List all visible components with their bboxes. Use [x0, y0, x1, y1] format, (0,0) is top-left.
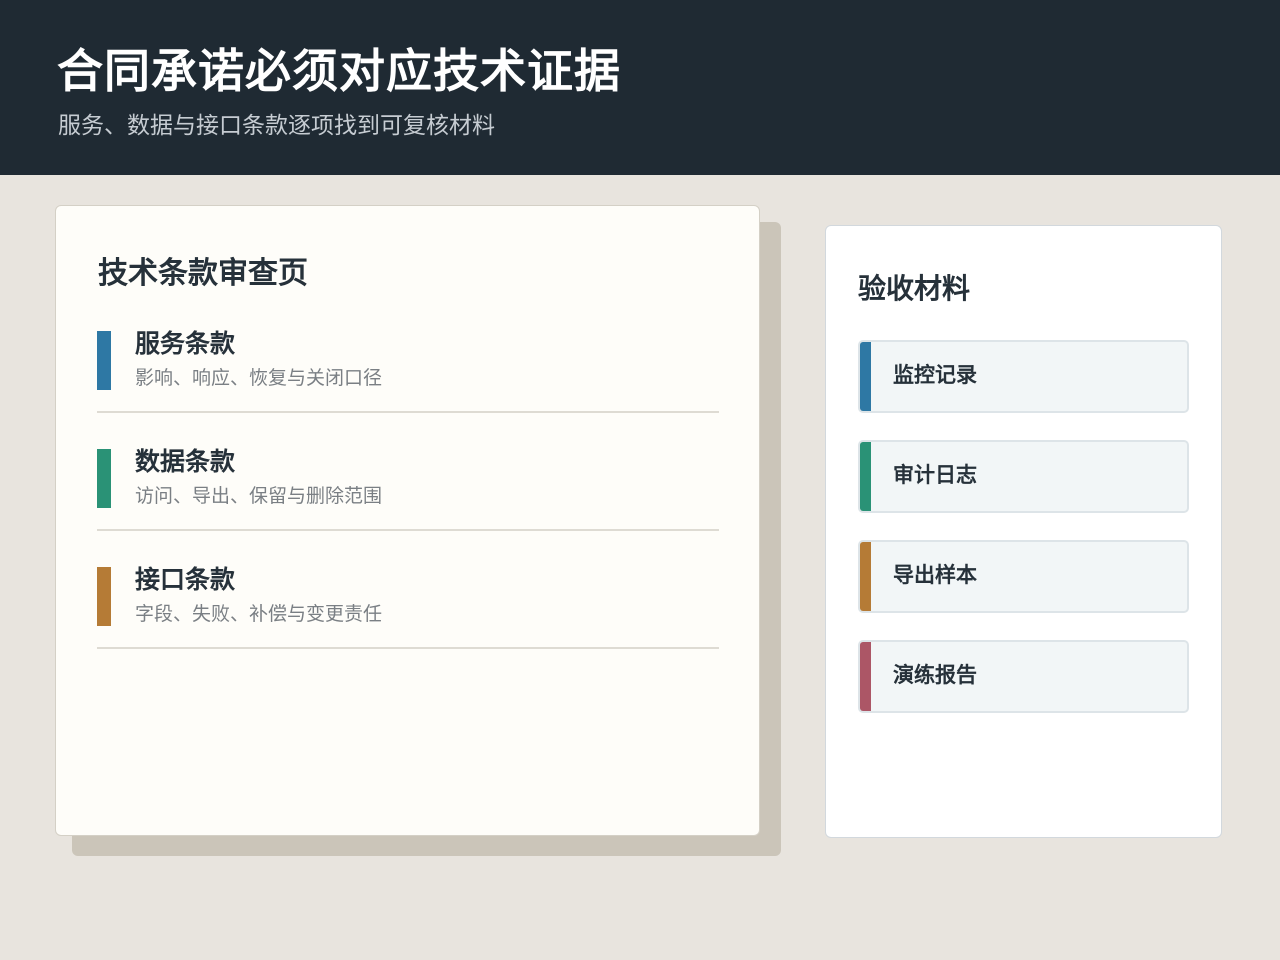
material-item-audit-log[interactable]: 审计日志	[858, 440, 1189, 513]
clause-item-service[interactable]: 服务条款 影响、响应、恢复与关闭口径	[97, 329, 719, 413]
clause-title: 数据条款	[135, 447, 236, 476]
clause-color-bar	[97, 331, 111, 390]
material-color-bar	[860, 642, 871, 711]
clause-item-interface[interactable]: 接口条款 字段、失败、补偿与变更责任	[97, 565, 719, 649]
materials-title: 验收材料	[858, 272, 971, 305]
acceptance-materials-card: 验收材料 监控记录 审计日志 导出样本 演练报告	[825, 225, 1222, 838]
page-title: 合同承诺必须对应技术证据	[57, 44, 621, 98]
material-label: 导出样本	[893, 563, 977, 587]
material-item-drill-report[interactable]: 演练报告	[858, 640, 1189, 713]
material-color-bar	[860, 542, 871, 611]
clause-color-bar	[97, 567, 111, 626]
clause-description: 访问、导出、保留与删除范围	[135, 485, 383, 507]
page-subtitle: 服务、数据与接口条款逐项找到可复核材料	[58, 113, 495, 139]
material-color-bar	[860, 342, 871, 411]
clause-title: 服务条款	[135, 329, 236, 358]
clause-item-data[interactable]: 数据条款 访问、导出、保留与删除范围	[97, 447, 719, 531]
material-item-monitoring[interactable]: 监控记录	[858, 340, 1189, 413]
clause-description: 影响、响应、恢复与关闭口径	[135, 367, 383, 389]
material-label: 演练报告	[893, 663, 977, 687]
page-header: 合同承诺必须对应技术证据 服务、数据与接口条款逐项找到可复核材料	[0, 0, 1280, 175]
clause-review-card: 技术条款审查页 服务条款 影响、响应、恢复与关闭口径 数据条款 访问、导出、保留…	[55, 205, 760, 836]
material-item-export-sample[interactable]: 导出样本	[858, 540, 1189, 613]
clause-title: 接口条款	[135, 565, 236, 594]
material-label: 监控记录	[893, 363, 977, 387]
material-color-bar	[860, 442, 871, 511]
material-label: 审计日志	[893, 463, 977, 487]
review-title: 技术条款审查页	[98, 256, 308, 291]
clause-description: 字段、失败、补偿与变更责任	[135, 603, 383, 625]
clause-color-bar	[97, 449, 111, 508]
